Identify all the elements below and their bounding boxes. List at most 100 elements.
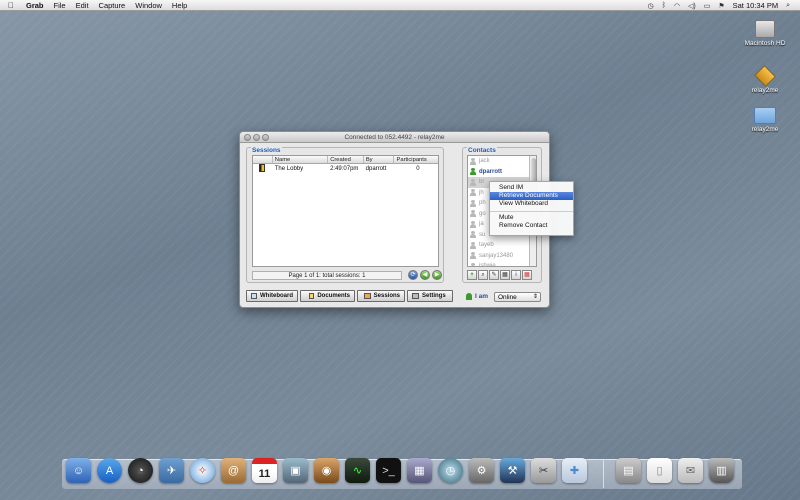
spaces-icon[interactable]: ▦ [407,458,432,483]
close-window-button[interactable] [244,134,251,141]
time-machine-icon[interactable]: ◷ [438,458,463,483]
bluetooth-icon[interactable]: ᛒ [662,2,666,9]
timemachine-icon[interactable]: ◷ [648,2,654,10]
person-icon [470,199,476,207]
person-icon [470,210,476,218]
add-contact-icon[interactable]: + [467,270,477,280]
col-header-participants[interactable]: Participants [394,156,438,163]
sessions-button[interactable]: Sessions [357,290,405,302]
contact-item[interactable]: tayeb [468,240,536,251]
next-page-button[interactable]: ▶ [432,270,442,280]
grab-icon[interactable]: ✂ [531,458,556,483]
info-icon[interactable]: i [511,270,521,280]
flag-icon[interactable]: ⚑ [718,2,724,10]
zoom-window-button[interactable] [262,134,269,141]
sessions-table: Name Created By Participants The Lobby 2… [252,155,439,267]
minimize-window-button[interactable] [253,134,260,141]
app-store-icon[interactable]: A [97,458,122,483]
desktop-icon-hd[interactable]: Macintosh HD [737,20,793,47]
system-preferences-icon[interactable]: ⚙ [469,458,494,483]
previous-page-button[interactable]: ◀ [420,270,430,280]
menu-capture[interactable]: Capture [99,1,126,10]
person-icon [470,241,476,249]
apple-menu-icon[interactable]:  [6,1,16,10]
documents-button[interactable]: Documents [300,290,355,302]
relay2me-icon[interactable]: ✚ [562,458,587,483]
downloads-stack-icon[interactable]: ▤ [616,458,641,483]
grid-icon[interactable]: ▦ [522,270,532,280]
contact-item[interactable]: jack [468,156,536,167]
contacts-label: Contacts [467,147,497,154]
terminal-icon[interactable]: >_ [376,458,401,483]
photo-icon[interactable]: ▣ [283,458,308,483]
menu-item-send-im[interactable]: Send IM [490,184,573,192]
trash-icon[interactable]: ▥ [709,458,734,483]
window-title: Connected to 052.4492 - relay2me [344,134,445,141]
menu-edit[interactable]: Edit [76,1,89,10]
session-created: 2:49:07pm [330,166,359,172]
contact-context-menu: Send IM Retrieve Documents View Whiteboa… [489,181,574,236]
settings-button[interactable]: Settings [407,290,453,302]
col-header-created[interactable]: Created [328,156,364,163]
menu-app-name[interactable]: Grab [26,1,44,10]
edit-contact-icon[interactable]: ✎ [489,270,499,280]
person-icon [470,178,476,186]
wifi-icon[interactable]: ◠ [674,2,680,10]
desktop-icon-label: relay2me [751,87,779,94]
table-row[interactable]: The Lobby 2:49:07pm dparrott 0 [253,164,438,174]
whiteboard-icon [251,293,257,299]
person-icon [470,252,476,260]
mail-bird-icon[interactable]: ✈ [159,458,184,483]
contacts-toolbar: + ⌕ ✎ ▦ i ▦ [467,270,532,280]
menu-file[interactable]: File [54,1,66,10]
window-titlebar[interactable]: Connected to 052.4492 - relay2me [240,132,549,143]
find-contact-icon[interactable]: ⌕ [478,270,488,280]
menu-item-retrieve-documents[interactable]: Retrieve Documents [490,192,573,200]
menu-bar:  Grab File Edit Capture Window Help ◷ ᛒ… [0,0,800,11]
desktop-icon-label: relay2me [751,126,779,133]
dashboard-icon[interactable]: ◔ [128,458,153,483]
activity-monitor-icon[interactable]: ∿ [345,458,370,483]
contact-item[interactable]: dparrott [468,167,536,178]
battery-icon[interactable]: ▭ [704,2,711,10]
menu-separator [490,211,573,212]
session-icon [259,164,265,172]
refresh-button[interactable]: ⟳ [408,270,418,280]
contact-item[interactable]: sanjay13480 [468,251,536,262]
menu-window[interactable]: Window [135,1,162,10]
finder-icon[interactable]: ☺ [66,458,91,483]
address-book-icon[interactable]: @ [221,458,246,483]
mail-stack-icon[interactable]: ✉ [678,458,703,483]
person-icon [470,168,476,176]
document-icon[interactable]: ▯ [647,458,672,483]
person-icon [470,189,476,197]
desktop-icon-folder[interactable]: relay2me [737,107,793,133]
col-header-name[interactable]: Name [273,156,329,163]
group-icon[interactable]: ▦ [500,270,510,280]
menu-item-remove-contact[interactable]: Remove Contact [490,222,573,230]
volume-icon[interactable]: ◁) [688,2,696,10]
col-header-by[interactable]: By [364,156,395,163]
calendar-icon[interactable]: 11 [252,458,277,483]
session-by: dparrott [365,166,387,172]
spotlight-icon[interactable]: ⌕ [786,2,790,10]
table-header: Name Created By Participants [253,156,438,164]
hard-drive-icon [755,20,775,38]
menu-item-mute[interactable]: Mute [490,214,573,222]
iam-label: I am [466,293,488,300]
col-header-icon[interactable] [253,156,273,163]
menu-item-view-whiteboard[interactable]: View Whiteboard [490,200,573,208]
person-icon [470,231,476,239]
menu-help[interactable]: Help [172,1,187,10]
xcode-icon[interactable]: ⚒ [500,458,525,483]
iphoto-icon[interactable]: ◉ [314,458,339,483]
settings-icon [412,293,419,299]
contact-item[interactable]: ishwie [468,261,536,266]
whiteboard-button[interactable]: Whiteboard [246,290,298,302]
person-icon [466,293,472,300]
status-select[interactable]: Online [494,292,541,302]
desktop-icon-package[interactable]: relay2me [737,65,793,94]
menu-clock[interactable]: Sat 10:34 PM [733,1,778,10]
sessions-pager: Page 1 of 1: total sessions: 1 [252,271,402,280]
safari-icon[interactable]: ✧ [190,458,215,483]
